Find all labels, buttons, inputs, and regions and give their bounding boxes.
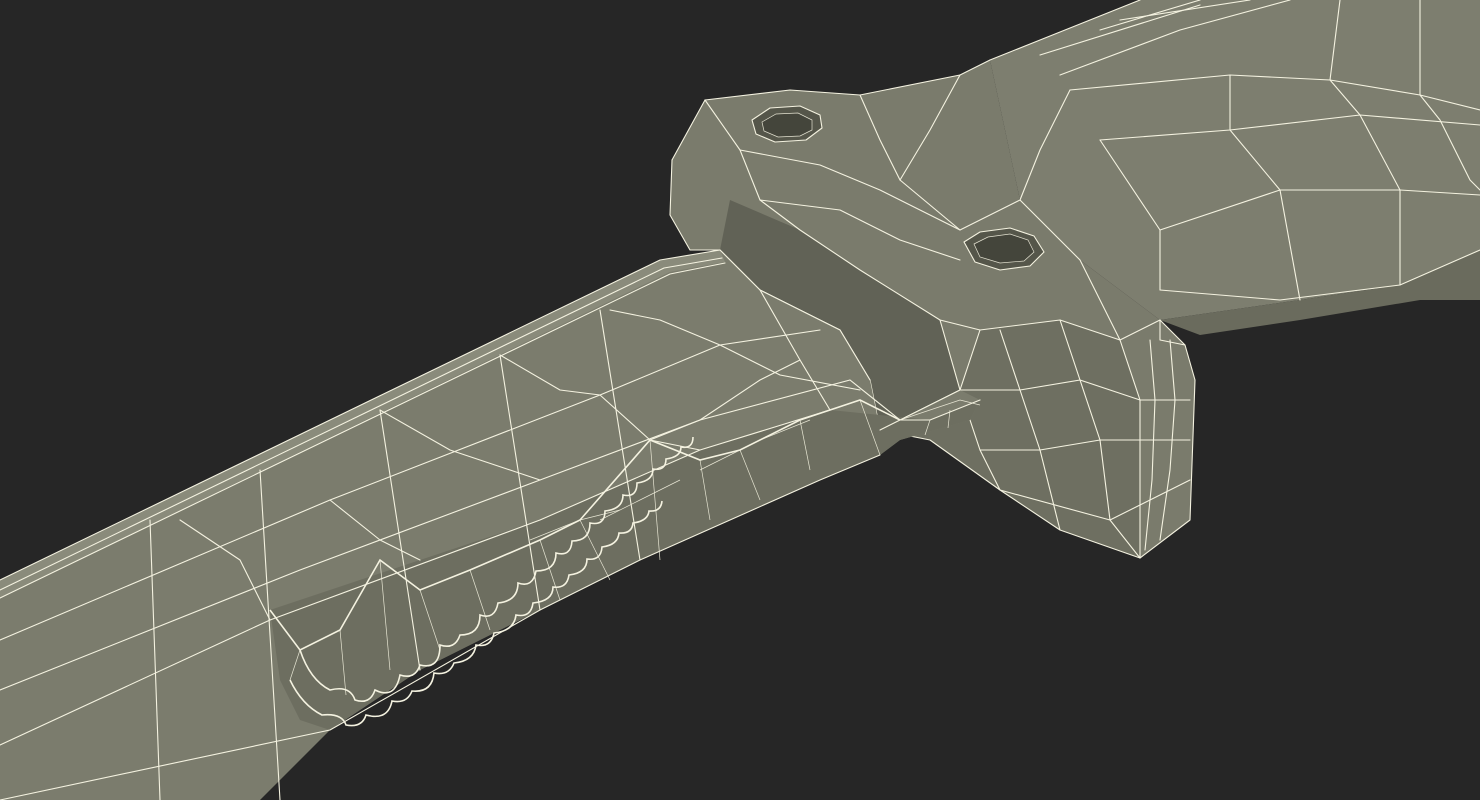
knife-model [0, 0, 1480, 800]
blade [0, 249, 981, 800]
viewport-3d [0, 0, 1480, 800]
